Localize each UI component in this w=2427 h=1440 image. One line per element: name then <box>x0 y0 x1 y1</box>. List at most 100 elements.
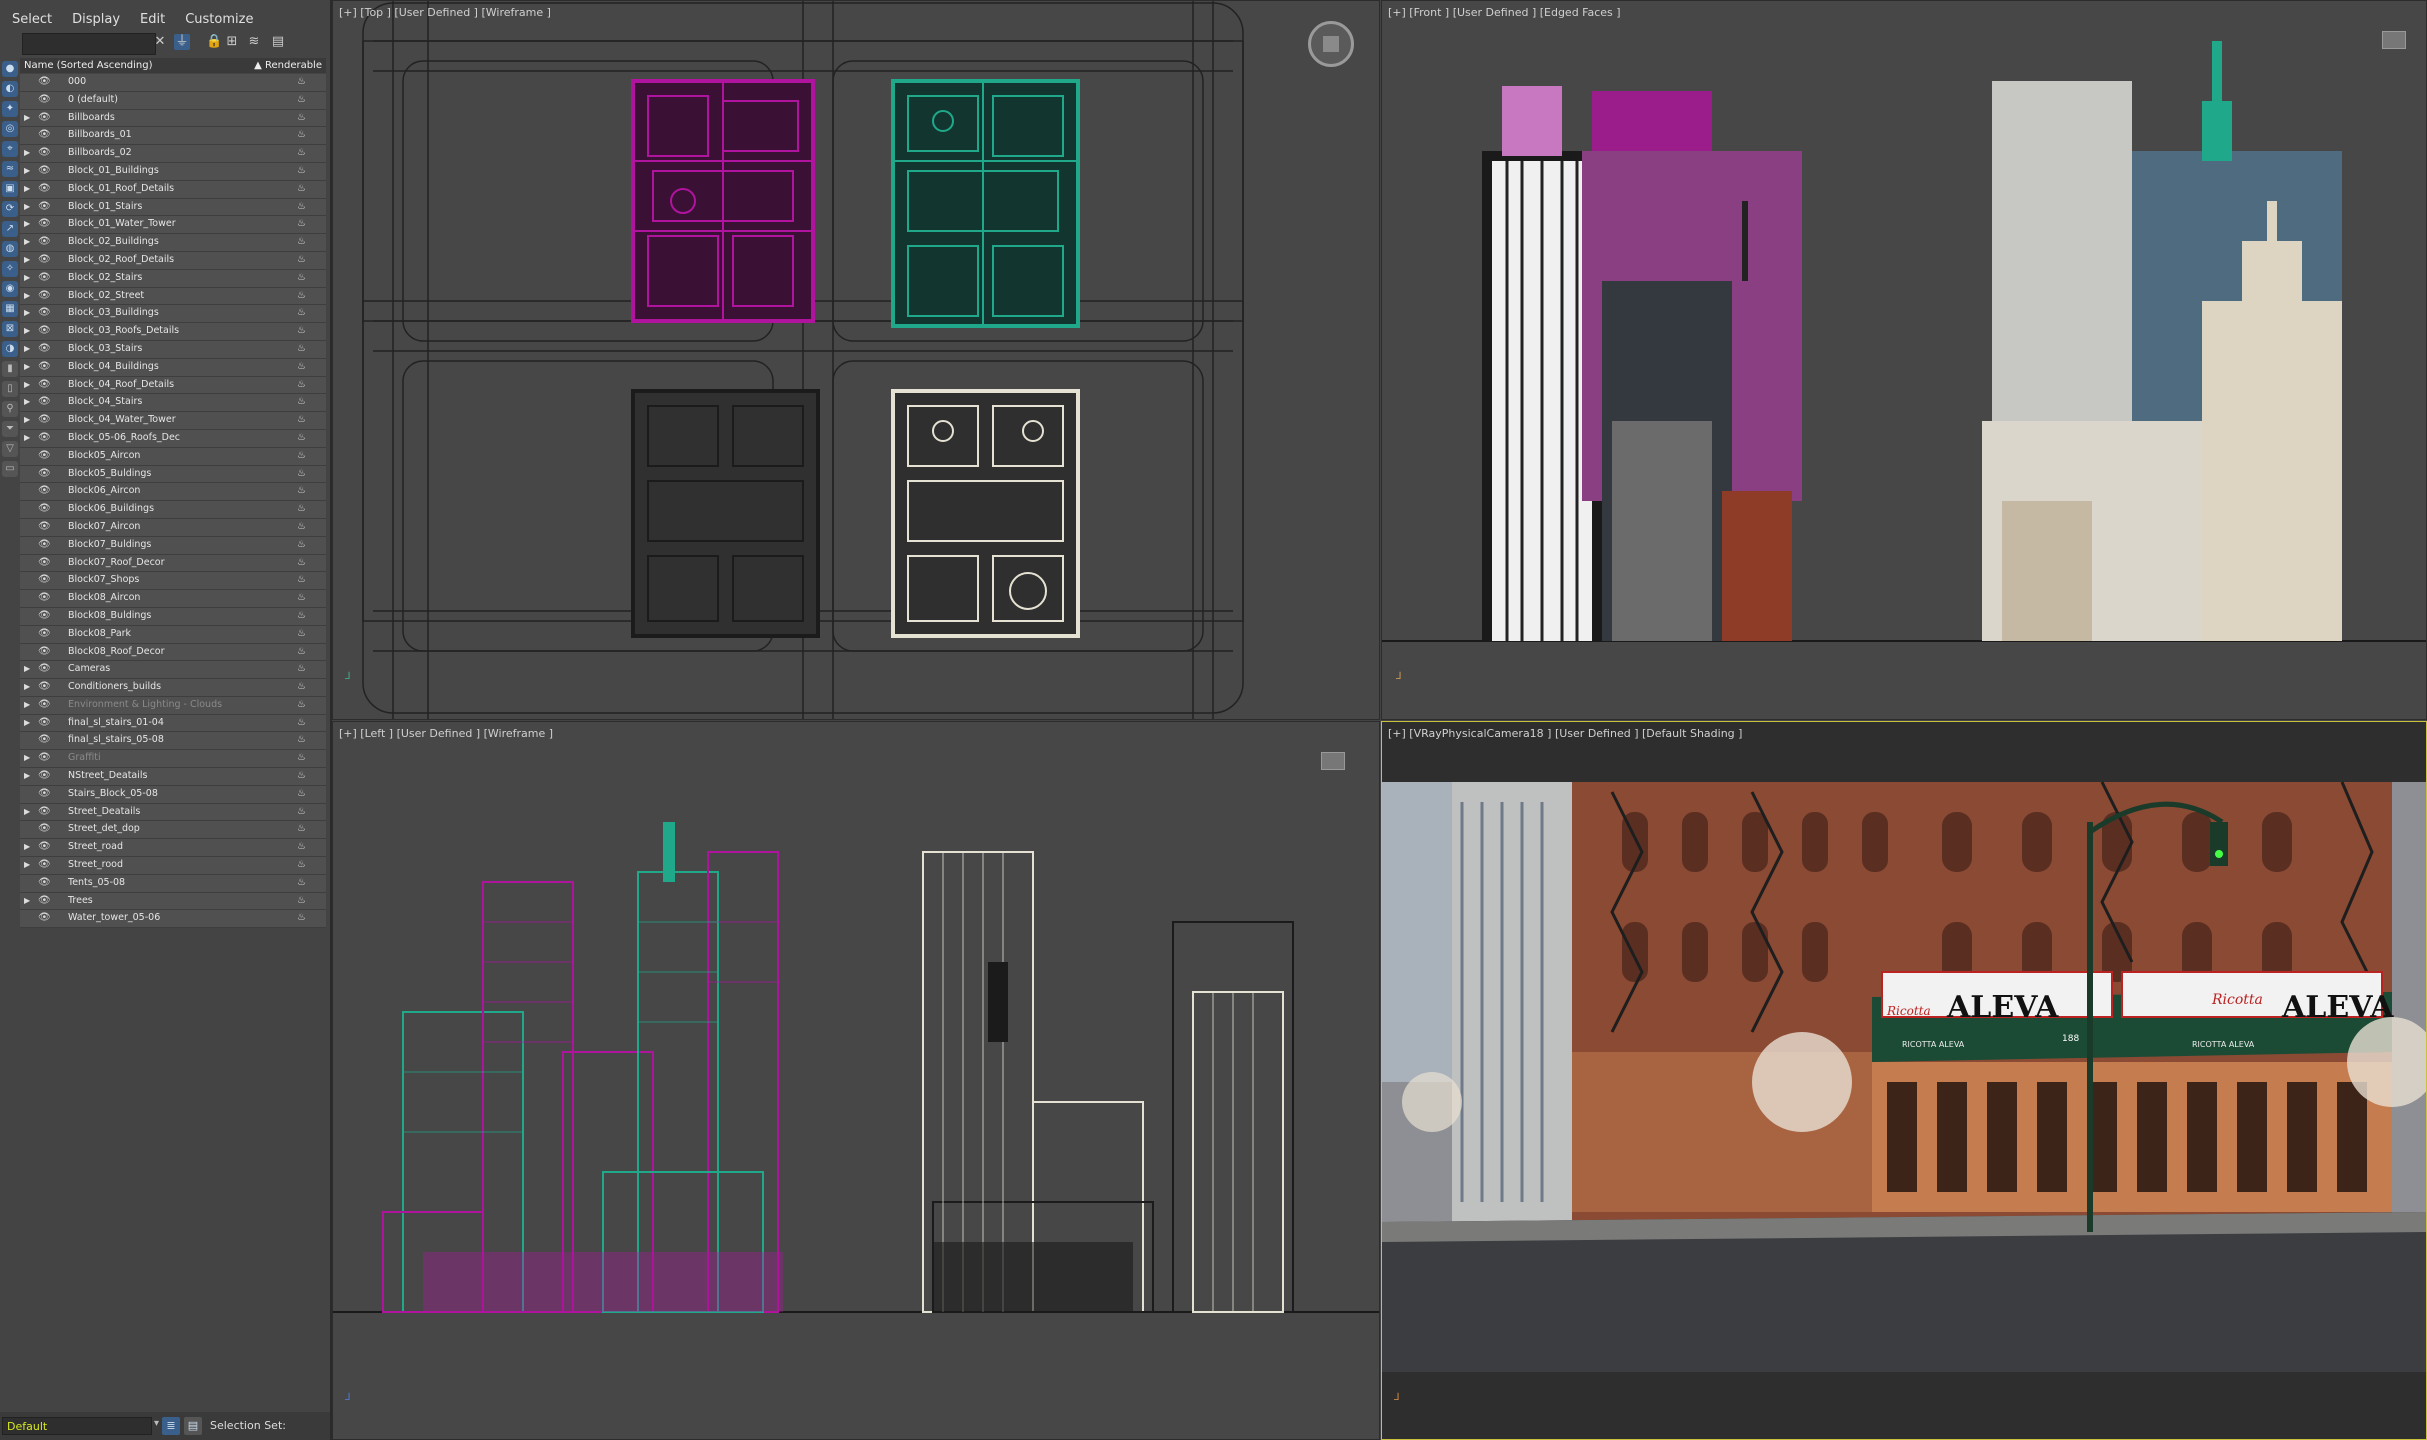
expand-arrow-icon[interactable]: ▶ <box>24 750 30 767</box>
layer-row[interactable]: ▶ 👁 final_sl_stairs_01-04 ♨ <box>20 714 326 733</box>
eye-icon[interactable]: 👁 <box>38 163 51 180</box>
eye-icon[interactable]: 👁 <box>38 732 51 749</box>
layer-row[interactable]: ▶ 👁 Block_01_Buildings ♨ <box>20 162 326 181</box>
filter-icon[interactable]: ⏚ <box>174 34 190 50</box>
teapot-icon[interactable]: ♨ <box>297 750 306 767</box>
layer-row[interactable]: ▶ 👁 Block_04_Roof_Details ♨ <box>20 376 326 395</box>
teapot-icon[interactable]: ♨ <box>297 519 306 536</box>
eye-icon[interactable]: 👁 <box>38 910 51 927</box>
eye-icon[interactable]: 👁 <box>38 430 51 447</box>
layer-row[interactable]: ▶ 👁 Conditioners_builds ♨ <box>20 679 326 697</box>
eye-icon[interactable]: 👁 <box>38 893 51 910</box>
eye-icon[interactable]: 👁 <box>38 110 51 127</box>
teapot-icon[interactable]: ♨ <box>297 359 306 376</box>
expand-arrow-icon[interactable]: ▶ <box>24 377 30 394</box>
eye-icon[interactable]: 👁 <box>38 839 51 856</box>
teapot-icon[interactable]: ♨ <box>297 127 306 144</box>
eye-icon[interactable]: 👁 <box>38 590 51 607</box>
display-helpers-icon[interactable]: ⌖ <box>2 141 18 157</box>
layer-row[interactable]: 👁 Block08_Buldings ♨ <box>20 607 326 626</box>
expand-arrow-icon[interactable]: ▶ <box>24 216 30 233</box>
display-frozen-icon[interactable]: ✧ <box>2 261 18 277</box>
teapot-icon[interactable]: ♨ <box>297 394 306 411</box>
display-containers-icon[interactable]: ◍ <box>2 241 18 257</box>
teapot-icon[interactable]: ♨ <box>297 661 306 678</box>
display-spacewarps-icon[interactable]: ≈ <box>2 161 18 177</box>
teapot-icon[interactable]: ♨ <box>297 92 306 109</box>
teapot-icon[interactable]: ♨ <box>297 145 306 162</box>
expand-arrow-icon[interactable]: ▶ <box>24 323 30 340</box>
viewport-front-label[interactable]: [+] [Front ] [User Defined ] [Edged Face… <box>1388 6 1621 19</box>
viewport-camera-label[interactable]: [+] [VRayPhysicalCamera18 ] [User Define… <box>1388 727 1742 740</box>
viewport-camera[interactable]: [+] [VRayPhysicalCamera18 ] [User Define… <box>1381 721 2427 1440</box>
teapot-icon[interactable]: ♨ <box>297 555 306 572</box>
display-none-icon[interactable]: ⊠ <box>2 321 18 337</box>
teapot-icon[interactable]: ♨ <box>297 732 306 749</box>
teapot-icon[interactable]: ♨ <box>297 430 306 447</box>
eye-icon[interactable]: 👁 <box>38 608 51 625</box>
column-renderable[interactable]: ▲ Renderable <box>254 58 322 73</box>
menu-select[interactable]: Select <box>0 8 60 32</box>
layer-row[interactable]: ▶ 👁 Block_01_Water_Tower ♨ <box>20 216 326 235</box>
eye-icon[interactable]: 👁 <box>38 199 51 216</box>
eye-icon[interactable]: 👁 <box>38 341 51 358</box>
display-hidden-icon[interactable]: ◉ <box>2 281 18 297</box>
viewport-top[interactable]: [+] [Top ] [User Defined ] [Wireframe ] <box>332 0 1380 720</box>
viewport-left-label[interactable]: [+] [Left ] [User Defined ] [Wireframe ] <box>339 727 553 740</box>
eye-icon[interactable]: 👁 <box>38 537 51 554</box>
chevron-down-icon[interactable]: ▾ <box>154 1418 159 1429</box>
layer-row[interactable]: ▶ 👁 Block_04_Buildings ♨ <box>20 358 326 377</box>
eye-icon[interactable]: 👁 <box>38 501 51 518</box>
teapot-icon[interactable]: ♨ <box>297 679 306 696</box>
layer-row[interactable]: ▶ 👁 Block_02_Stairs ♨ <box>20 269 326 288</box>
expand-arrow-icon[interactable]: ▶ <box>24 412 30 429</box>
expand-arrow-icon[interactable]: ▶ <box>24 288 30 305</box>
eye-icon[interactable]: 👁 <box>38 804 51 821</box>
expand-arrow-icon[interactable]: ▶ <box>24 661 30 678</box>
teapot-icon[interactable]: ♨ <box>297 216 306 233</box>
layer-row[interactable]: ▶ 👁 Block_03_Buildings ♨ <box>20 305 326 324</box>
expand-arrow-icon[interactable]: ▶ <box>24 305 30 322</box>
display-groups-icon[interactable]: ▣ <box>2 181 18 197</box>
layer-row[interactable]: 👁 Water_tower_05-06 ♨ <box>20 910 326 929</box>
eye-icon[interactable]: 👁 <box>38 448 51 465</box>
eye-icon[interactable]: 👁 <box>38 750 51 767</box>
layer-row[interactable]: 👁 Block08_Aircon ♨ <box>20 590 326 608</box>
teapot-icon[interactable]: ♨ <box>297 199 306 216</box>
viewcube-icon[interactable] <box>1308 21 1354 67</box>
eye-icon[interactable]: 👁 <box>38 181 51 198</box>
layer-row[interactable]: 👁 Block06_Aircon ♨ <box>20 483 326 502</box>
layer-row[interactable]: 👁 Tents_05-08 ♨ <box>20 874 326 893</box>
layer-row[interactable]: ▶ 👁 Trees ♨ <box>20 892 326 911</box>
add-layer-icon[interactable]: ⊞ <box>224 34 240 50</box>
layer-row[interactable]: ▶ 👁 NStreet_Deatails ♨ <box>20 768 326 786</box>
expand-arrow-icon[interactable]: ▶ <box>24 804 30 821</box>
teapot-icon[interactable]: ♨ <box>297 341 306 358</box>
explorer-search-input[interactable] <box>22 33 156 55</box>
display-bones-icon[interactable]: ↗ <box>2 221 18 237</box>
expand-arrow-icon[interactable]: ▶ <box>24 341 30 358</box>
layers-icon[interactable]: ≋ <box>246 34 262 50</box>
eye-icon[interactable]: 👁 <box>38 270 51 287</box>
eye-icon[interactable]: 👁 <box>38 394 51 411</box>
teapot-icon[interactable]: ♨ <box>297 857 306 874</box>
teapot-icon[interactable]: ♨ <box>297 270 306 287</box>
viewport-top-label[interactable]: [+] [Top ] [User Defined ] [Wireframe ] <box>339 6 551 19</box>
clear-search-icon[interactable]: ✕ <box>152 34 168 50</box>
layer-row[interactable]: ▶ 👁 Block_03_Roofs_Details ♨ <box>20 323 326 341</box>
display-invert-icon[interactable]: ◑ <box>2 341 18 357</box>
expand-arrow-icon[interactable]: ▶ <box>24 839 30 856</box>
expand-arrow-icon[interactable]: ▶ <box>24 768 30 785</box>
teapot-icon[interactable]: ♨ <box>297 626 306 643</box>
layer-row[interactable]: ▶ 👁 Block_04_Water_Tower ♨ <box>20 412 326 430</box>
eye-icon[interactable]: 👁 <box>38 483 51 500</box>
layer-row[interactable]: ▶ 👁 Environment & Lighting - Clouds ♨ <box>20 696 326 715</box>
layer-explorer-icon[interactable]: ≣ <box>162 1417 180 1435</box>
eye-icon[interactable]: 👁 <box>38 857 51 874</box>
layer-row[interactable]: ▶ 👁 Street_Deatails ♨ <box>20 803 326 822</box>
teapot-icon[interactable]: ♨ <box>297 715 306 732</box>
column-name[interactable]: Name (Sorted Ascending) <box>24 58 153 73</box>
teapot-icon[interactable]: ♨ <box>297 501 306 518</box>
expand-arrow-icon[interactable]: ▶ <box>24 145 30 162</box>
viewport-front[interactable]: [+] [Front ] [User Defined ] [Edged Face… <box>1381 0 2427 720</box>
